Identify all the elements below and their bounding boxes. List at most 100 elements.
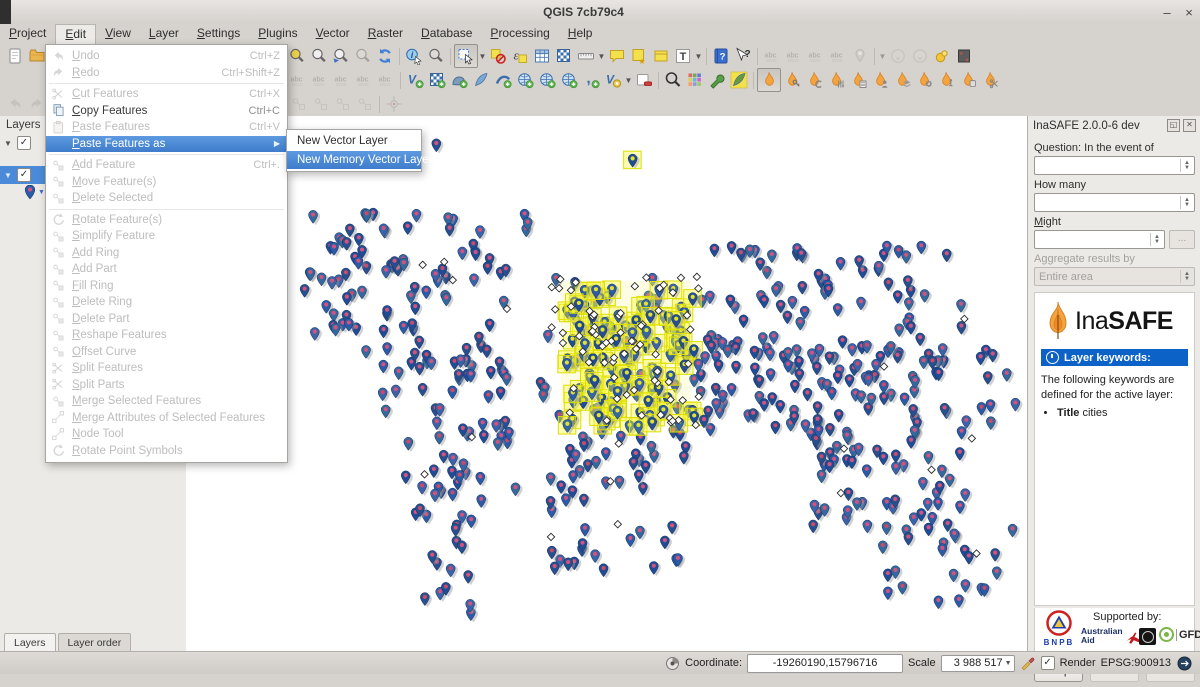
label-tool-icon-3[interactable]: abc (805, 45, 827, 67)
label-abc-icon-3[interactable]: abc (331, 69, 353, 91)
annotation-dropdown[interactable]: ▼ (694, 52, 703, 61)
raster-calculator-icon[interactable] (553, 45, 575, 67)
submenu-item-new-vector-layer[interactable]: New Vector Layer (287, 132, 421, 151)
menu-item-rotate-point-symbols[interactable]: Rotate Point Symbols (46, 443, 287, 460)
add-wms-layer-icon[interactable] (514, 69, 536, 91)
panel-float-icon[interactable]: ◱ (1167, 119, 1180, 132)
function-combobox[interactable]: ▲▼ (1034, 230, 1165, 249)
refresh-icon[interactable] (374, 45, 396, 67)
minimize-button[interactable]: – (1156, 5, 1178, 20)
select-expression-icon[interactable]: ε (509, 45, 531, 67)
add-mssql-layer-icon[interactable] (492, 69, 514, 91)
menu-item-merge-attributes-of-selected-features[interactable]: Merge Attributes of Selected Features (46, 410, 287, 427)
remove-layer-icon[interactable] (633, 69, 655, 91)
overlay-tool-icon-1[interactable] (887, 45, 909, 67)
menu-item-move-feature-s-[interactable]: Move Feature(s) (46, 174, 287, 191)
map-tips-icon[interactable] (606, 45, 628, 67)
label-abc-icon-2[interactable]: abc (309, 69, 331, 91)
edit-tool-icon-1[interactable] (288, 93, 310, 115)
expand-triangle-icon[interactable]: ▼ (4, 139, 12, 148)
help-contents-icon[interactable]: ? (710, 45, 732, 67)
coordinate-input[interactable] (747, 654, 903, 673)
menu-item-copy-features[interactable]: Copy FeaturesCtrl+C (46, 103, 287, 120)
attribute-table-icon[interactable] (531, 45, 553, 67)
zoom-full-icon[interactable] (286, 45, 308, 67)
submenu-item-new-memory-vector-layer[interactable]: New Memory Vector Layer (287, 151, 421, 170)
menu-item-undo[interactable]: UndoCtrl+Z (46, 48, 287, 65)
deselect-all-icon[interactable] (487, 45, 509, 67)
close-button[interactable]: × (1178, 5, 1200, 20)
function-options-button[interactable]: ... (1169, 230, 1195, 249)
zoom-next-icon[interactable] (352, 45, 374, 67)
overlay-tool-icon-2[interactable] (909, 45, 931, 67)
menu-item-add-ring[interactable]: Add Ring (46, 245, 287, 262)
extent-tracking-icon[interactable] (664, 655, 680, 671)
plugin-manager-icon[interactable] (706, 69, 728, 91)
layer-visibility-checkbox[interactable]: ✓ (17, 136, 31, 150)
new-project-icon[interactable] (4, 45, 26, 67)
add-wcs-layer-icon[interactable] (536, 69, 558, 91)
inasafe-impact-icon[interactable] (869, 69, 891, 91)
zoom-native-icon[interactable] (425, 45, 447, 67)
menu-item-rotate-feature-s-[interactable]: Rotate Feature(s) (46, 212, 287, 229)
panel-close-icon[interactable]: ✕ (1183, 119, 1196, 132)
add-vector-layer-icon[interactable]: V (404, 69, 426, 91)
add-virtual-layer-icon[interactable]: V (602, 69, 624, 91)
label-tool-icon-1[interactable]: abc (761, 45, 783, 67)
menu-item-fill-ring[interactable]: Fill Ring (46, 278, 287, 295)
zoom-in-icon[interactable] (308, 45, 330, 67)
menu-raster[interactable]: Raster (359, 24, 412, 44)
label-tool-icon-2[interactable]: abc (783, 45, 805, 67)
exposure-combobox[interactable]: ▲▼ (1034, 193, 1195, 212)
select-rectangle-icon[interactable] (454, 44, 478, 68)
identify-icon[interactable]: i (403, 45, 425, 67)
menu-item-paste-features[interactable]: Paste FeaturesCtrl+V (46, 119, 287, 136)
new-bookmark-icon[interactable]: ★ (628, 45, 650, 67)
whats-this-icon[interactable]: ? (732, 45, 754, 67)
menu-processing[interactable]: Processing (481, 24, 558, 44)
menu-settings[interactable]: Settings (188, 24, 249, 44)
inasafe-layers-icon[interactable] (891, 69, 913, 91)
search-icon[interactable] (662, 69, 684, 91)
hazard-combobox[interactable]: ▲▼ (1034, 156, 1195, 175)
menu-layer[interactable]: Layer (140, 24, 188, 44)
menu-plugins[interactable]: Plugins (249, 24, 306, 44)
menu-item-add-feature[interactable]: Add FeatureCtrl+. (46, 157, 287, 174)
menu-item-simplify-feature[interactable]: Simplify Feature (46, 228, 287, 245)
edit-tool-icon-4[interactable] (354, 93, 376, 115)
dock-tab-layer-order[interactable]: Layer order (58, 633, 132, 652)
label-tool-icon-4[interactable]: abc (827, 45, 849, 67)
move-label-icon[interactable] (931, 45, 953, 67)
menu-item-delete-selected[interactable]: Delete Selected (46, 190, 287, 207)
menu-edit[interactable]: Edit (55, 24, 96, 44)
inasafe-database-icon[interactable] (957, 69, 979, 91)
menu-item-paste-features-as[interactable]: Paste Features as▶ (46, 136, 287, 153)
inasafe-functions-icon[interactable] (847, 69, 869, 91)
render-checkbox[interactable]: ✓ (1041, 656, 1055, 670)
inasafe-scissors-icon[interactable] (979, 69, 1001, 91)
scale-combobox[interactable]: 3 988 517 ▼ (941, 655, 1015, 672)
style-manager-icon[interactable] (684, 69, 706, 91)
inasafe-pin-icon[interactable] (935, 69, 957, 91)
inasafe-settings-icon[interactable] (913, 69, 935, 91)
select-dropdown[interactable]: ▼ (478, 52, 487, 61)
snapping-crosshair-icon[interactable] (383, 93, 405, 115)
log-messages-icon[interactable] (1176, 655, 1192, 671)
add-layer-dropdown[interactable]: ▼ (624, 76, 633, 85)
label-abc-icon-4[interactable]: abc (353, 69, 375, 91)
menu-database[interactable]: Database (412, 24, 481, 44)
edit-tool-icon-2[interactable] (310, 93, 332, 115)
label-abc-icon-1[interactable]: abc (287, 69, 309, 91)
menu-item-cut-features[interactable]: Cut FeaturesCtrl+X (46, 86, 287, 103)
aggregate-combobox[interactable]: Entire area ▲▼ (1034, 267, 1195, 286)
measure-dropdown[interactable]: ▼ (597, 52, 606, 61)
expand-triangle-icon[interactable]: ▼ (4, 171, 12, 180)
menu-item-delete-ring[interactable]: Delete Ring (46, 294, 287, 311)
menu-help[interactable]: Help (559, 24, 602, 44)
menu-project[interactable]: Project (0, 24, 55, 44)
menu-item-split-features[interactable]: Split Features (46, 360, 287, 377)
menu-item-node-tool[interactable]: Node Tool (46, 426, 287, 443)
diagram-dropdown[interactable]: ▼ (878, 52, 887, 61)
menu-item-redo[interactable]: RedoCtrl+Shift+Z (46, 65, 287, 82)
menu-item-offset-curve[interactable]: Offset Curve (46, 344, 287, 361)
